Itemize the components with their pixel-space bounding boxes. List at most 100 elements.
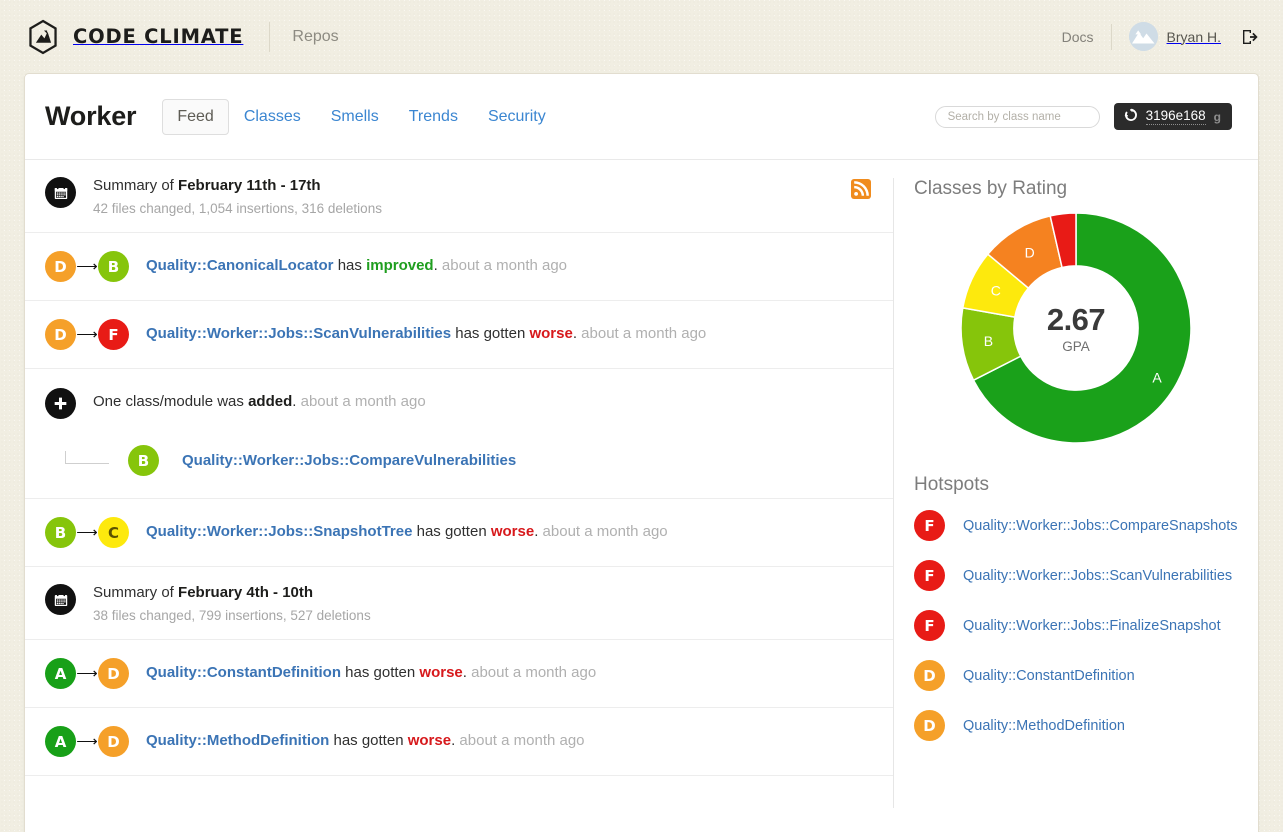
class-link[interactable]: Quality::Worker::Jobs::ScanVulnerabiliti… bbox=[146, 325, 451, 342]
grade-transition: A ⟶ D bbox=[45, 726, 129, 757]
change-timestamp: about a month ago bbox=[581, 325, 706, 342]
summary-prefix: Summary of bbox=[93, 584, 178, 601]
grade-badge-to: D bbox=[98, 658, 129, 689]
feed-change-row: A ⟶ D Quality::MethodDefinition has gott… bbox=[25, 708, 893, 776]
user-name: Bryan H. bbox=[1167, 29, 1221, 45]
tab-smells[interactable]: Smells bbox=[316, 99, 394, 135]
change-keyword: worse bbox=[408, 732, 451, 749]
hotspots-heading: Hotspots bbox=[914, 474, 1238, 496]
grade-badge: D bbox=[914, 660, 945, 691]
class-link[interactable]: Quality::Worker::Jobs::FinalizeSnapshot bbox=[963, 618, 1221, 634]
change-timestamp: about a month ago bbox=[442, 257, 567, 274]
change-verb: has gotten bbox=[451, 325, 529, 342]
repo-tabs: Feed Classes Smells Trends Security bbox=[162, 99, 560, 135]
added-child-item: B Quality::Worker::Jobs::CompareVulnerab… bbox=[65, 445, 871, 476]
tab-security[interactable]: Security bbox=[473, 99, 561, 135]
codeclimate-hexagon-logo-icon bbox=[24, 18, 62, 56]
arrow-icon: ⟶ bbox=[76, 734, 98, 749]
sign-out-icon[interactable] bbox=[1241, 28, 1259, 46]
class-link[interactable]: Quality::CanonicalLocator bbox=[146, 257, 334, 274]
class-link[interactable]: Quality::ConstantDefinition bbox=[963, 668, 1135, 684]
commit-sha: 3196e168 bbox=[1146, 108, 1206, 125]
hotspot-item[interactable]: F Quality::Worker::Jobs::CompareSnapshot… bbox=[914, 510, 1238, 541]
hotspot-item[interactable]: F Quality::Worker::Jobs::ScanVulnerabili… bbox=[914, 560, 1238, 591]
class-link[interactable]: Quality::Worker::Jobs::SnapshotTree bbox=[146, 523, 412, 540]
activity-feed: Summary of February 11th - 17th 42 files… bbox=[25, 160, 893, 808]
commit-suffix: g bbox=[1214, 110, 1221, 124]
added-timestamp: about a month ago bbox=[301, 393, 426, 410]
docs-link[interactable]: Docs bbox=[1062, 29, 1111, 45]
class-link[interactable]: Quality::MethodDefinition bbox=[146, 732, 329, 749]
grade-badge-to: D bbox=[98, 726, 129, 757]
donut-center-label: 2.67 GPA bbox=[956, 208, 1196, 448]
arrow-icon: ⟶ bbox=[76, 327, 98, 342]
repo-header: Worker Feed Classes Smells Trends Securi… bbox=[25, 74, 1258, 160]
search-input[interactable] bbox=[935, 106, 1100, 128]
class-link[interactable]: Quality::MethodDefinition bbox=[963, 718, 1125, 734]
change-description: Quality::CanonicalLocator has improved. … bbox=[146, 251, 567, 275]
tab-feed[interactable]: Feed bbox=[162, 99, 228, 135]
added-prefix: One class/module was bbox=[93, 393, 248, 410]
classes-by-rating-chart: ABCD 2.67 GPA bbox=[914, 208, 1238, 448]
repo-card: Worker Feed Classes Smells Trends Securi… bbox=[24, 73, 1259, 832]
change-keyword: worse bbox=[491, 523, 534, 540]
change-keyword: worse bbox=[529, 325, 572, 342]
calendar-icon bbox=[45, 584, 76, 615]
refresh-icon bbox=[1124, 108, 1138, 125]
sidebar: Classes by Rating ABCD 2.67 GPA Hotspots… bbox=[894, 160, 1258, 808]
plus-icon bbox=[45, 388, 76, 419]
class-link[interactable]: Quality::Worker::Jobs::CompareVulnerabil… bbox=[182, 452, 516, 469]
grade-badge: D bbox=[914, 710, 945, 741]
class-link[interactable]: Quality::Worker::Jobs::CompareSnapshots bbox=[963, 518, 1238, 534]
brand-name: CODE CLIMATE bbox=[73, 25, 243, 48]
card-body: Summary of February 11th - 17th 42 files… bbox=[25, 160, 1258, 808]
hotspot-item[interactable]: D Quality::ConstantDefinition bbox=[914, 660, 1238, 691]
summary-date-range: February 11th - 17th bbox=[178, 177, 321, 194]
grade-transition: D ⟶ F bbox=[45, 319, 129, 350]
change-verb: has gotten bbox=[329, 732, 407, 749]
grade-badge-to: B bbox=[98, 251, 129, 282]
arrow-icon: ⟶ bbox=[76, 525, 98, 540]
grade-badge-to: F bbox=[98, 319, 129, 350]
feed-change-row: D ⟶ F Quality::Worker::Jobs::ScanVulnera… bbox=[25, 301, 893, 369]
grade-badge-from: A bbox=[45, 658, 76, 689]
hotspot-item[interactable]: D Quality::MethodDefinition bbox=[914, 710, 1238, 741]
grade-badge-from: D bbox=[45, 319, 76, 350]
page-title: Worker bbox=[45, 101, 136, 132]
nav-item-repos[interactable]: Repos bbox=[292, 28, 338, 46]
rss-icon[interactable] bbox=[851, 179, 871, 199]
feed-summary-row: Summary of February 11th - 17th 42 files… bbox=[25, 160, 893, 233]
gpa-label: GPA bbox=[1062, 339, 1090, 354]
tree-connector-line bbox=[65, 451, 109, 464]
tab-trends[interactable]: Trends bbox=[394, 99, 473, 135]
top-bar-right-group: Docs Bryan H. bbox=[1062, 22, 1259, 51]
gpa-value: 2.67 bbox=[1047, 302, 1105, 338]
class-link[interactable]: Quality::ConstantDefinition bbox=[146, 664, 341, 681]
added-keyword: added bbox=[248, 393, 292, 410]
grade-badge-from: A bbox=[45, 726, 76, 757]
added-header: One class/module was added. about a mont… bbox=[45, 387, 871, 419]
tab-classes[interactable]: Classes bbox=[229, 99, 316, 135]
classes-by-rating-heading: Classes by Rating bbox=[914, 178, 1238, 200]
grade-badge: F bbox=[914, 610, 945, 641]
user-menu[interactable]: Bryan H. bbox=[1112, 22, 1221, 51]
change-verb: has gotten bbox=[412, 523, 490, 540]
feed-change-row: D ⟶ B Quality::CanonicalLocator has impr… bbox=[25, 233, 893, 301]
hotspot-item[interactable]: F Quality::Worker::Jobs::FinalizeSnapsho… bbox=[914, 610, 1238, 641]
change-description: Quality::Worker::Jobs::SnapshotTree has … bbox=[146, 517, 668, 541]
grade-transition: D ⟶ B bbox=[45, 251, 129, 282]
donut-chart: ABCD 2.67 GPA bbox=[956, 208, 1196, 448]
commit-badge[interactable]: 3196e168 g bbox=[1114, 103, 1232, 130]
grade-transition: B ⟶ C bbox=[45, 517, 129, 548]
summary-prefix: Summary of bbox=[93, 177, 178, 194]
feed-change-row: A ⟶ D Quality::ConstantDefinition has go… bbox=[25, 640, 893, 708]
summary-title: Summary of February 4th - 10th bbox=[93, 584, 371, 601]
brand-logo-link[interactable]: CODE CLIMATE bbox=[24, 18, 243, 56]
grade-badge-from: D bbox=[45, 251, 76, 282]
change-description: Quality::Worker::Jobs::ScanVulnerabiliti… bbox=[146, 319, 706, 343]
class-link[interactable]: Quality::Worker::Jobs::ScanVulnerabiliti… bbox=[963, 568, 1232, 584]
grade-badge-to: C bbox=[98, 517, 129, 548]
feed-change-row: B ⟶ C Quality::Worker::Jobs::SnapshotTre… bbox=[25, 499, 893, 567]
grade-badge: F bbox=[914, 560, 945, 591]
summary-stats: 42 files changed, 1,054 insertions, 316 … bbox=[93, 201, 382, 216]
